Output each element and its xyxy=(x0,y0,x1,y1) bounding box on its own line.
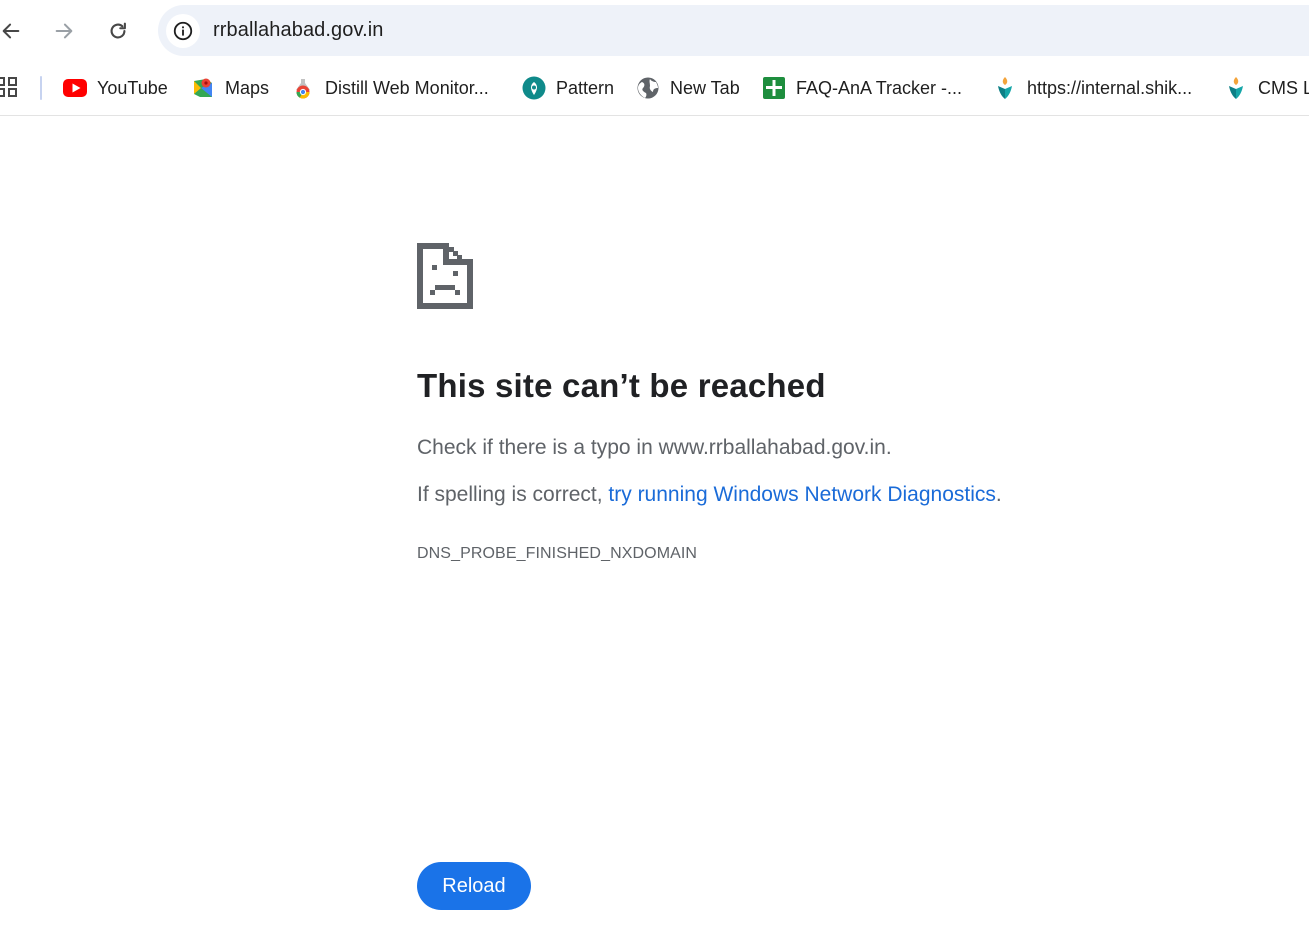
sheets-icon xyxy=(762,76,786,100)
bookmark-label: FAQ-AnA Tracker -... xyxy=(796,77,963,98)
bookmark-label: CMS L xyxy=(1258,77,1309,98)
bookmark-maps[interactable]: Maps xyxy=(191,74,269,102)
bookmark-label: Distill Web Monitor... xyxy=(325,77,489,98)
diagnostics-suffix: . xyxy=(995,483,1002,506)
bookmarks-divider xyxy=(40,76,42,100)
youtube-icon xyxy=(63,76,87,100)
pattern-icon xyxy=(522,76,546,100)
bookmark-youtube[interactable]: YouTube xyxy=(63,74,168,102)
diagnostics-prefix: If spelling is correct, xyxy=(417,483,609,506)
arrow-left-icon xyxy=(2,23,20,39)
bookmark-label: YouTube xyxy=(97,77,168,98)
browser-toolbar: rrballahabad.gov.in xyxy=(0,0,1309,62)
forward-button[interactable] xyxy=(47,14,81,48)
globe-icon xyxy=(636,76,660,100)
url-text[interactable]: rrballahabad.gov.in xyxy=(213,19,384,42)
shiksha-icon xyxy=(1224,76,1248,100)
diagnostics-hint: If spelling is correct, try running Wind… xyxy=(417,483,1002,507)
bookmarks-bar: YouTube Maps Distill Web Monitor... Patt… xyxy=(0,62,1309,116)
bookmark-pattern[interactable]: Pattern xyxy=(522,74,614,102)
bookmark-cms[interactable]: CMS L xyxy=(1224,74,1309,102)
arrow-right-icon xyxy=(55,23,73,39)
bookmark-new-tab[interactable]: New Tab xyxy=(636,74,740,102)
site-info-button[interactable] xyxy=(166,14,200,48)
shiksha-icon xyxy=(993,76,1017,100)
bookmark-label: Pattern xyxy=(556,77,615,98)
distill-icon xyxy=(291,76,315,100)
error-title: This site can’t be reached xyxy=(417,367,826,404)
bookmark-label: Maps xyxy=(225,77,270,98)
bookmark-faq-tracker[interactable]: FAQ-AnA Tracker -... xyxy=(762,74,962,102)
bookmark-label: New Tab xyxy=(670,77,740,98)
address-bar[interactable]: rrballahabad.gov.in xyxy=(158,5,1309,56)
typo-hint: Check if there is a typo in www.rrballah… xyxy=(417,436,892,459)
error-page: This site can’t be reached Check if ther… xyxy=(417,117,1257,933)
diagnostics-link[interactable]: try running Windows Network Diagnostics xyxy=(608,483,995,506)
reload-page-button[interactable] xyxy=(101,14,135,48)
info-icon xyxy=(173,21,193,41)
error-code: DNS_PROBE_FINISHED_NXDOMAIN xyxy=(417,545,698,562)
back-button[interactable] xyxy=(0,14,28,48)
maps-icon xyxy=(191,76,215,100)
refresh-icon xyxy=(110,22,126,39)
apps-grid-icon[interactable] xyxy=(0,76,20,98)
bookmark-internal-shiksha[interactable]: https://internal.shik... xyxy=(993,74,1192,102)
bookmark-distill[interactable]: Distill Web Monitor... xyxy=(291,74,489,102)
bookmark-label: https://internal.shik... xyxy=(1027,77,1193,98)
reload-button[interactable]: Reload xyxy=(417,862,531,910)
sad-file-icon xyxy=(417,243,473,309)
